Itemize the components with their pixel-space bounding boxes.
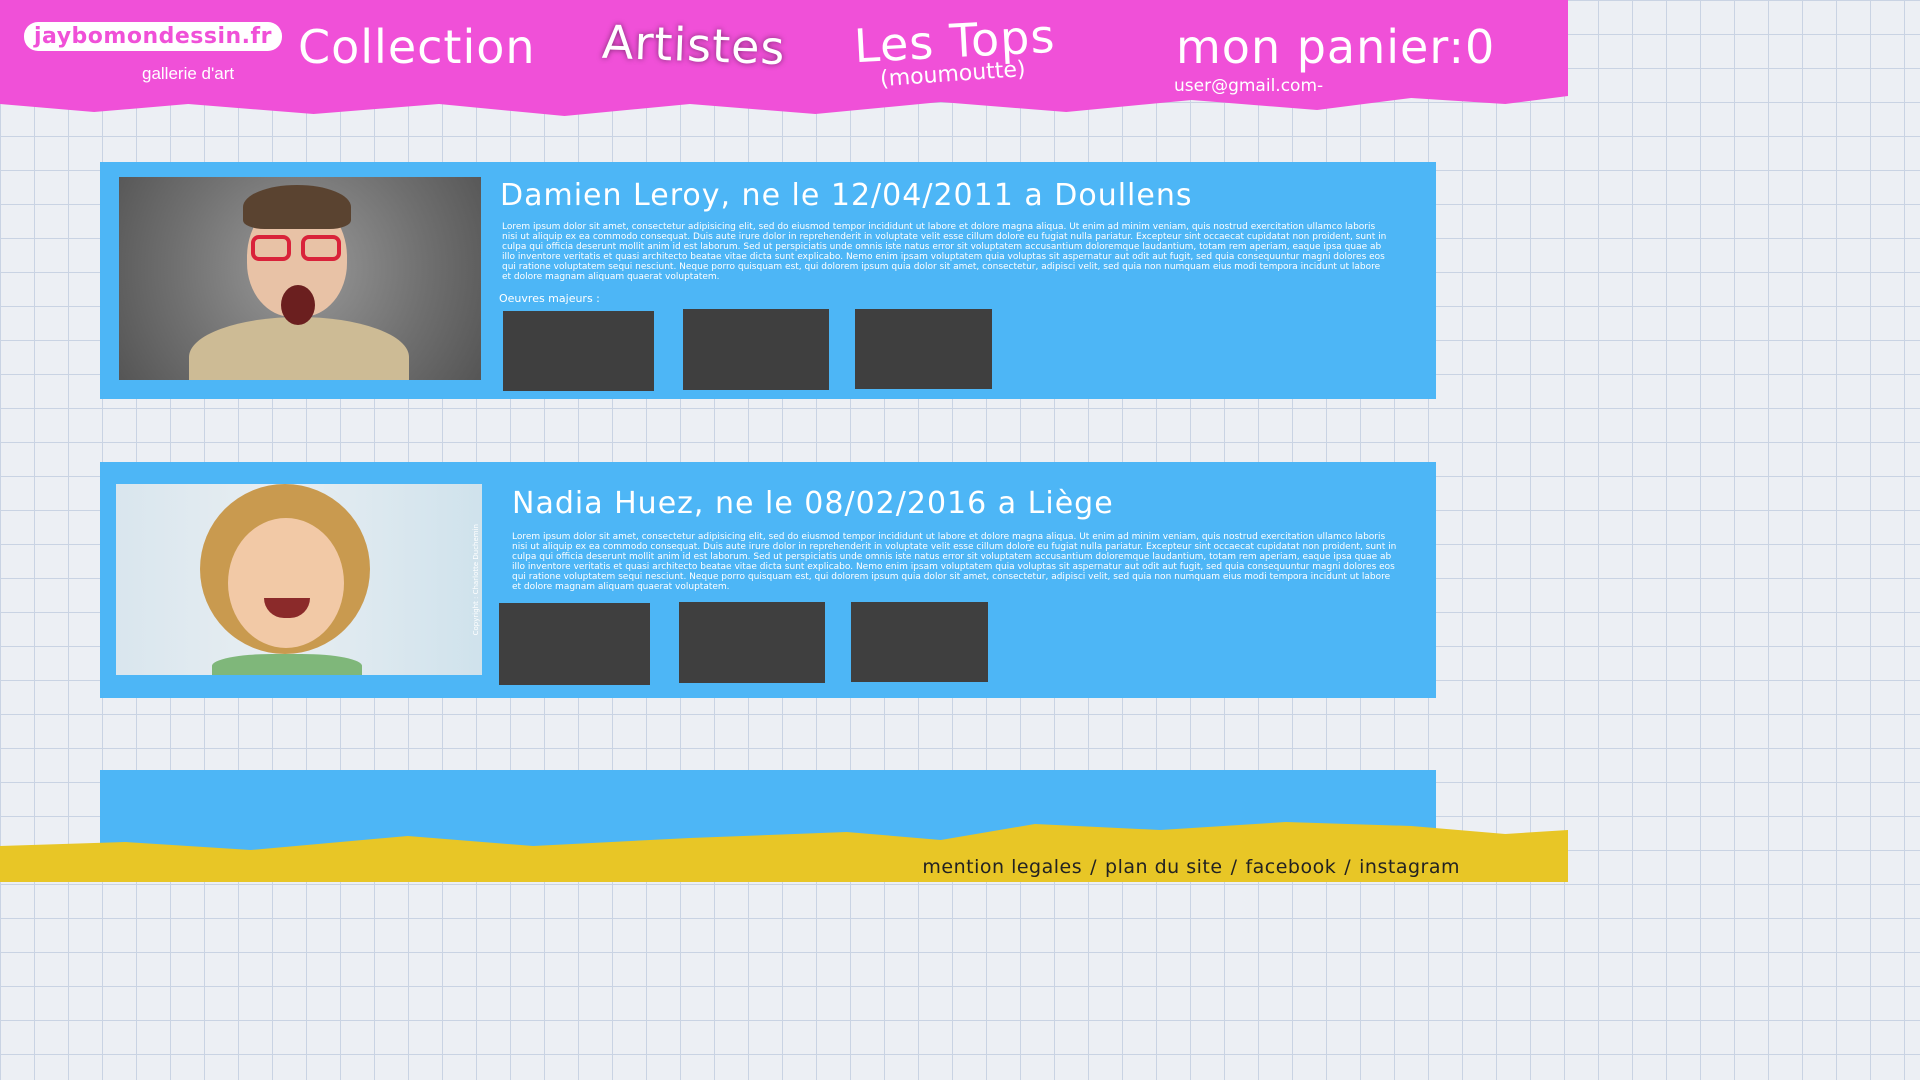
footer-separator: /: [1344, 856, 1352, 878]
site-logo[interactable]: jaybomondessin.fr gallerie d'art: [24, 22, 282, 83]
nav-cart[interactable]: mon panier:0: [1176, 20, 1495, 74]
artist-bio: Lorem ipsum dolor sit amet, consectetur …: [512, 532, 1397, 592]
footer-link-mentions[interactable]: mention legales: [922, 856, 1082, 878]
footer-separator: /: [1230, 856, 1238, 878]
work-thumbnail[interactable]: [679, 602, 825, 683]
footer-link-plan[interactable]: plan du site: [1105, 856, 1223, 878]
site-header: jaybomondessin.fr gallerie d'art Collect…: [0, 0, 1568, 116]
work-thumbnail[interactable]: [499, 603, 650, 685]
photo-shape: [212, 654, 362, 675]
artist-photo[interactable]: [119, 177, 481, 380]
works-label: Oeuvres majeurs :: [499, 292, 600, 305]
work-thumbnail[interactable]: [851, 602, 988, 682]
logo-subtitle: gallerie d'art: [142, 64, 235, 83]
photo-shape: [281, 285, 315, 325]
footer-links: mention legales / plan du site / facebook / in…: [922, 856, 1460, 878]
artist-card: Damien Leroy, ne le 12/04/2011 a Doullen…: [100, 162, 1436, 399]
footer-link-facebook[interactable]: facebook: [1245, 856, 1336, 878]
work-thumbnail[interactable]: [683, 309, 829, 390]
photo-shape: [228, 518, 344, 648]
artist-name[interactable]: Nadia Huez, ne le 08/02/2016 a Liège: [512, 486, 1114, 521]
footer-separator: /: [1090, 856, 1098, 878]
work-thumbnail[interactable]: [503, 311, 654, 391]
artist-name[interactable]: Damien Leroy, ne le 12/04/2011 a Doullen…: [500, 178, 1193, 213]
nav-artistes[interactable]: Artistes: [601, 15, 786, 75]
glasses-shape: [247, 235, 347, 265]
photo-copyright: Copyright : Charlotte Duchemin: [472, 524, 480, 636]
user-email[interactable]: user@gmail.com-: [1174, 76, 1323, 96]
photo-shape: [243, 185, 351, 229]
footer-link-instagram[interactable]: instagram: [1359, 856, 1460, 878]
artist-photo[interactable]: Copyright : Charlotte Duchemin: [116, 484, 482, 675]
artist-bio: Lorem ipsum dolor sit amet, consectetur …: [502, 222, 1387, 282]
artist-card: Copyright : Charlotte Duchemin Nadia Hue…: [100, 462, 1436, 698]
work-thumbnail[interactable]: [855, 309, 992, 389]
nav-collection[interactable]: Collection: [298, 20, 536, 74]
photo-shape: [189, 317, 409, 380]
logo-name[interactable]: jaybomondessin.fr: [24, 22, 282, 51]
